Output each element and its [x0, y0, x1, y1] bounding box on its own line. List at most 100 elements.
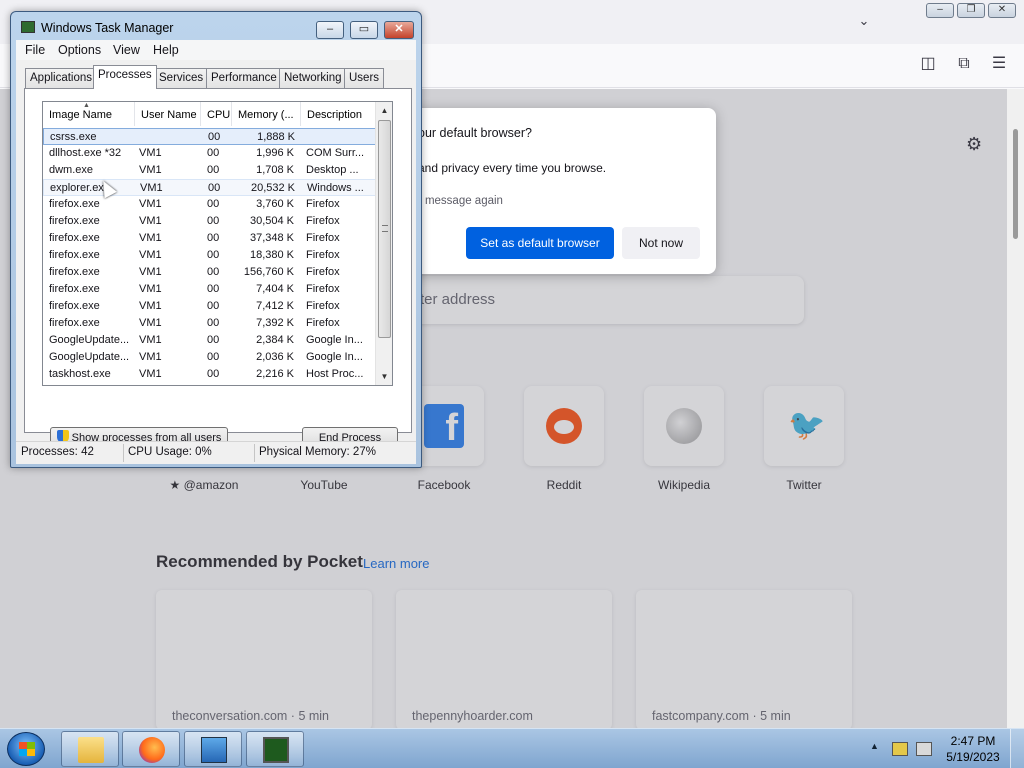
- maximize-button[interactable]: ❐: [957, 3, 985, 18]
- process-row[interactable]: GoogleUpdate... VM1 00 2,384 K Google In...: [43, 332, 376, 349]
- process-row[interactable]: firefox.exe VM1 00 7,404 K Firefox: [43, 281, 376, 298]
- cell-description: Google In...: [306, 351, 363, 363]
- taskbar-firefox-button[interactable]: [122, 731, 180, 767]
- menu-help[interactable]: Help: [153, 43, 179, 57]
- process-row[interactable]: dwm.exe VM1 00 1,708 K Desktop ...: [43, 162, 376, 179]
- tab-applications[interactable]: Applications: [25, 68, 98, 88]
- show-desktop-button[interactable]: [1010, 729, 1024, 768]
- column-memory[interactable]: Memory (...: [232, 102, 301, 126]
- cell-cpu: 00: [207, 368, 220, 380]
- clock-time[interactable]: 2:47 PM: [946, 734, 1000, 748]
- close-button[interactable]: ✕: [988, 3, 1016, 18]
- minimize-button[interactable]: –: [316, 21, 344, 39]
- status-processes: Processes: 42: [21, 446, 94, 458]
- cell-memory: 18,380 K: [249, 249, 294, 261]
- list-scrollbar[interactable]: ▲ ▼: [375, 102, 392, 385]
- process-row[interactable]: firefox.exe VM1 00 3,760 K Firefox: [43, 196, 376, 213]
- tab-performance[interactable]: Performance: [206, 68, 282, 88]
- taskbar-explorer-button[interactable]: [61, 731, 119, 767]
- cell-image-name: firefox.exe: [49, 317, 100, 329]
- cell-user-name: VM1: [139, 147, 162, 159]
- cell-image-name: firefox.exe: [49, 249, 100, 261]
- scrollbar-thumb[interactable]: [1013, 129, 1018, 239]
- process-row[interactable]: taskhost.exe VM1 00 2,216 K Host Proc...: [43, 366, 376, 383]
- tab-processes[interactable]: Processes: [93, 65, 157, 89]
- cell-user-name: VM1: [139, 164, 162, 176]
- status-physical-memory: Physical Memory: 27%: [259, 446, 376, 458]
- cell-image-name: taskhost.exe: [49, 368, 111, 380]
- cell-memory: 30,504 K: [249, 215, 294, 227]
- cell-description: Firefox: [306, 283, 340, 295]
- cell-description: COM Surr...: [306, 147, 365, 159]
- cell-cpu: 00: [207, 147, 220, 159]
- task-manager-window: Windows Task Manager – ▭ ✕ File Options …: [10, 11, 422, 468]
- menu-view[interactable]: View: [113, 43, 140, 57]
- cell-cpu: 00: [208, 131, 221, 143]
- cell-description: Desktop ...: [306, 164, 359, 176]
- scrollbar-thumb[interactable]: [378, 120, 391, 338]
- cell-image-name: explorer.ex: [50, 182, 104, 194]
- taskbar-task-manager-button[interactable]: [246, 731, 304, 767]
- page-scrollbar[interactable]: [1007, 89, 1024, 728]
- menu-options[interactable]: Options: [58, 43, 101, 57]
- process-row[interactable]: firefox.exe VM1 00 37,348 K Firefox: [43, 230, 376, 247]
- cell-user-name: VM1: [139, 215, 162, 227]
- tab-services[interactable]: Services: [154, 68, 209, 88]
- action-center-icon[interactable]: [892, 742, 908, 756]
- menu-file[interactable]: File: [25, 43, 45, 57]
- process-row[interactable]: firefox.exe VM1 00 156,760 K Firefox: [43, 264, 376, 281]
- status-divider: [254, 444, 255, 462]
- show-hidden-icons-icon[interactable]: ▲: [870, 741, 879, 751]
- process-row[interactable]: dllhost.exe *32 VM1 00 1,996 K COM Surr...: [43, 145, 376, 162]
- cell-image-name: firefox.exe: [49, 266, 100, 278]
- process-row[interactable]: firefox.exe VM1 00 18,380 K Firefox: [43, 247, 376, 264]
- scroll-down-arrow-icon[interactable]: ▼: [376, 368, 392, 385]
- process-row[interactable]: csrss.exe 00 1,888 K: [43, 128, 376, 145]
- cell-cpu: 00: [207, 351, 220, 363]
- process-row[interactable]: explorer.ex VM1 00 20,532 K Windows ...: [43, 179, 376, 196]
- process-row[interactable]: GoogleUpdate... VM1 00 2,036 K Google In...: [43, 349, 376, 366]
- cell-memory: 20,532 K: [250, 182, 295, 194]
- cell-image-name: firefox.exe: [49, 300, 100, 312]
- column-description[interactable]: Description: [301, 102, 376, 126]
- set-default-browser-button[interactable]: Set as default browser: [466, 227, 614, 259]
- tab-networking[interactable]: Networking: [279, 68, 347, 88]
- network-disconnected-icon[interactable]: [916, 742, 932, 756]
- process-row[interactable]: firefox.exe VM1 00 7,412 K Firefox: [43, 298, 376, 315]
- gear-icon[interactable]: ⚙: [966, 134, 982, 155]
- cell-user-name: VM1: [139, 249, 162, 261]
- cell-cpu: 00: [207, 164, 220, 176]
- start-button[interactable]: [7, 732, 45, 766]
- pocket-icon[interactable]: ◫: [917, 53, 939, 75]
- close-button[interactable]: ✕: [384, 21, 414, 39]
- cell-user-name: VM1: [139, 198, 162, 210]
- menu-icon[interactable]: ☰: [988, 53, 1010, 75]
- cell-user-name: VM1: [140, 182, 163, 194]
- windows-logo-icon: [19, 742, 35, 756]
- not-now-button[interactable]: Not now: [622, 227, 700, 259]
- list-all-tabs-icon[interactable]: ⌄: [853, 10, 875, 32]
- cell-user-name: VM1: [139, 317, 162, 329]
- cell-description: Firefox: [306, 215, 340, 227]
- scroll-up-arrow-icon[interactable]: ▲: [376, 102, 392, 119]
- cell-description: Firefox: [306, 249, 340, 261]
- cell-memory: 2,036 K: [256, 351, 294, 363]
- cell-memory: 3,760 K: [256, 198, 294, 210]
- minimize-button[interactable]: –: [926, 3, 954, 18]
- status-bar: Processes: 42 CPU Usage: 0% Physical Mem…: [16, 441, 416, 463]
- tab-users[interactable]: Users: [344, 68, 385, 88]
- taskbar-control-panel-button[interactable]: [184, 731, 242, 767]
- extensions-icon[interactable]: ⧉: [953, 53, 975, 75]
- process-row[interactable]: firefox.exe VM1 00 30,504 K Firefox: [43, 213, 376, 230]
- dont-show-checkbox-label[interactable]: s message again: [416, 195, 503, 207]
- cell-cpu: 00: [207, 266, 220, 278]
- column-cpu[interactable]: CPU: [201, 102, 232, 126]
- column-user-name[interactable]: User Name: [135, 102, 201, 126]
- column-image-name[interactable]: ▲ Image Name: [43, 102, 135, 126]
- cell-description: Host Proc...: [306, 368, 364, 380]
- process-row[interactable]: firefox.exe VM1 00 7,392 K Firefox: [43, 315, 376, 332]
- maximize-button[interactable]: ▭: [350, 21, 378, 39]
- processes-panel: ▲ Image Name User Name CPU Memory (... De…: [24, 88, 412, 449]
- clock-date[interactable]: 5/19/2023: [944, 750, 1002, 764]
- process-list: ▲ Image Name User Name CPU Memory (... De…: [42, 101, 393, 386]
